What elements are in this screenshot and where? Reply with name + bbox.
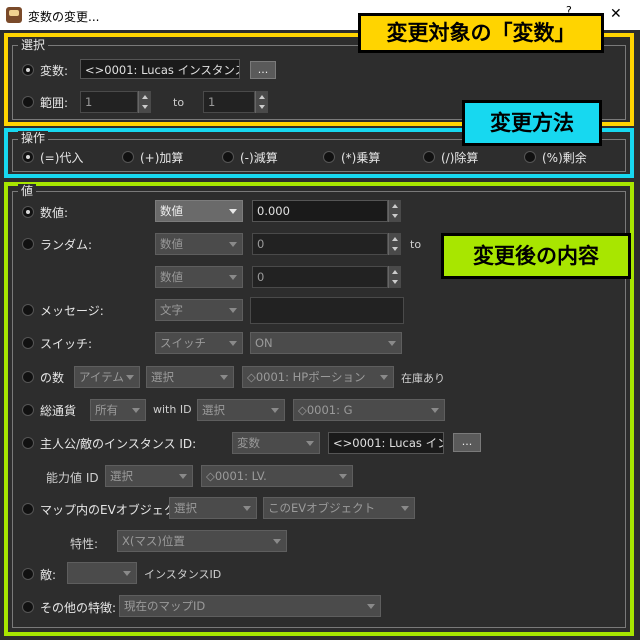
random-type1-dropdown[interactable]: 数値 [155,233,243,255]
callout-target: 変更対象の「変数」 [358,13,604,53]
callout-method: 変更方法 [462,100,602,146]
close-button[interactable]: ✕ [610,6,622,22]
op-assign-radio[interactable] [22,151,34,163]
range-from-spinner[interactable] [138,91,151,113]
random-value1-field[interactable]: 0 [252,233,388,255]
enemy-radio[interactable] [22,568,34,580]
item-select-dropdown[interactable]: ◇0001: HPポーション [242,366,394,388]
random-label: ランダム: [40,238,93,252]
random-value2-spinner[interactable] [388,266,401,288]
enemy-dropdown[interactable] [67,562,137,584]
instance-radio[interactable] [22,437,34,449]
random-value2-field[interactable]: 0 [252,266,388,288]
variable-field[interactable]: <>0001: Lucas インスタンス ID [80,59,240,79]
value-legend: 値 [18,184,37,198]
switch-label: スイッチ: [40,337,93,351]
range-to-label: to [173,96,185,109]
item-count-radio[interactable] [22,371,34,383]
random-to-label: to [410,238,422,251]
callout-content: 変更後の内容 [441,233,631,279]
message-label: メッセージ: [40,304,104,318]
instance-value-field[interactable]: <>0001: Lucas イン… [328,432,444,454]
number-type-dropdown[interactable]: 数値 [155,200,243,222]
item-stock-label: 在庫あり [401,372,445,385]
number-value-field[interactable]: 0.000 [252,200,388,222]
instance-label: 主人公/敵のインスタンス ID: [40,437,197,451]
switch-type-dropdown[interactable]: スイッチ [155,332,243,354]
op-divide-label: (/)除算 [441,151,479,165]
op-modulo-radio[interactable] [524,151,536,163]
op-subtract-radio[interactable] [222,151,234,163]
range-from-field[interactable]: 1 [80,91,138,113]
range-radio[interactable] [22,96,34,108]
map-event-mode-dropdown[interactable]: 選択 [169,497,257,519]
switch-value-dropdown[interactable]: ON [250,332,402,354]
other-dropdown[interactable]: 現在のマップID [119,595,381,617]
enemy-label: 敵: [40,568,57,582]
currency-with-id-label: with ID [153,403,192,416]
message-type-dropdown[interactable]: 文字 [155,299,243,321]
variable-browse-button[interactable]: ... [250,61,276,79]
currency-label: 総通貨 [40,404,77,418]
item-category-dropdown[interactable]: アイテム [74,366,140,388]
currency-owner-dropdown[interactable]: 所有 [90,399,146,421]
stat-id-label: 能力値 ID [46,471,99,485]
number-spinner[interactable] [388,200,401,222]
variable-radio[interactable] [22,64,34,76]
enemy-instance-id-label: インスタンスID [144,568,222,581]
variable-label: 変数: [40,64,69,78]
map-event-radio[interactable] [22,503,34,515]
currency-radio[interactable] [22,404,34,416]
range-to-spinner[interactable] [255,91,268,113]
message-value-field[interactable] [250,297,404,324]
operation-legend: 操作 [18,131,49,145]
op-multiply-label: (*)乗算 [341,151,381,165]
number-label: 数値: [40,206,69,220]
instance-browse-button[interactable]: ... [453,433,481,452]
item-count-label: の数 [40,371,65,385]
window-title: 変数の変更... [28,10,100,24]
stat-mode-dropdown[interactable]: 選択 [105,465,193,487]
currency-select-dropdown[interactable]: ◇0001: G [293,399,445,421]
instance-type-dropdown[interactable]: 変数 [232,432,320,454]
other-label: その他の特徴: [40,601,117,615]
op-assign-label: (=)代入 [40,151,84,165]
app-icon [6,7,22,23]
range-label: 範囲: [40,96,69,110]
op-subtract-label: (-)減算 [240,151,278,165]
range-to-field[interactable]: 1 [203,91,255,113]
attribute-dropdown[interactable]: X(マス)位置 [117,530,287,552]
switch-radio[interactable] [22,337,34,349]
currency-mode-dropdown[interactable]: 選択 [197,399,285,421]
op-multiply-radio[interactable] [323,151,335,163]
map-event-target-dropdown[interactable]: このEVオブジェクト [263,497,415,519]
message-radio[interactable] [22,304,34,316]
op-divide-radio[interactable] [423,151,435,163]
random-radio[interactable] [22,238,34,250]
stat-select-dropdown[interactable]: ◇0001: LV. [201,465,353,487]
number-radio[interactable] [22,206,34,218]
op-modulo-label: (%)剰余 [542,151,587,165]
attribute-label: 特性: [70,537,99,551]
op-add-radio[interactable] [122,151,134,163]
random-type2-dropdown[interactable]: 数値 [155,266,243,288]
other-radio[interactable] [22,601,34,613]
item-mode-dropdown[interactable]: 選択 [146,366,234,388]
random-value1-spinner[interactable] [388,233,401,255]
op-add-label: (+)加算 [140,151,184,165]
select-legend: 選択 [18,38,49,52]
